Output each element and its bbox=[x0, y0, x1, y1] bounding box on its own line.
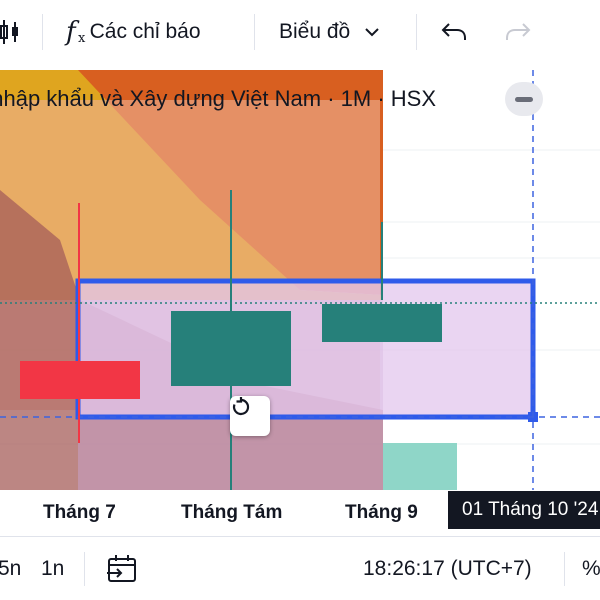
collapse-legend-button[interactable] bbox=[505, 82, 543, 116]
volume-bar[interactable] bbox=[383, 443, 457, 490]
bottom-toolbar: 5n 1n 18:26:17 (UTC+7) % bbox=[0, 536, 600, 600]
function-fx-icon: fx bbox=[66, 17, 86, 47]
candle-body-up[interactable] bbox=[322, 304, 442, 342]
calendar-goto-icon bbox=[107, 555, 136, 582]
indicators-button[interactable]: fx Các chỉ báo bbox=[66, 0, 201, 64]
time-tick: Tháng 9 bbox=[345, 502, 418, 523]
bottom-divider bbox=[84, 552, 85, 586]
range-button-1n[interactable]: 1n bbox=[41, 537, 64, 600]
symbol-title: Tổng Công ty cổ phần Xuất nhập khẩu và X… bbox=[0, 86, 436, 111]
crosshair-time-label: 01 Tháng 10 '24 bbox=[448, 491, 600, 529]
chart-type-label: Biểu đồ bbox=[279, 20, 351, 43]
candle-body-down[interactable] bbox=[20, 361, 140, 399]
toolbar-divider bbox=[42, 14, 43, 50]
indicators-label: Các chỉ báo bbox=[89, 20, 201, 43]
undo-icon bbox=[441, 23, 466, 40]
minus-icon bbox=[515, 96, 533, 102]
clock-timezone[interactable]: 18:26:17 (UTC+7) bbox=[363, 537, 532, 600]
chart-pane[interactable]: Tổng Công ty cổ phần Xuất nhập khẩu và X… bbox=[0, 70, 600, 490]
percent-scale-button[interactable]: % bbox=[582, 537, 600, 600]
time-tick: Tháng Tám bbox=[181, 502, 283, 523]
chart-type-dropdown[interactable]: Biểu đồ bbox=[279, 0, 380, 64]
reset-rotate-icon bbox=[232, 397, 250, 416]
chart-canvas[interactable] bbox=[0, 70, 600, 490]
chevron-down-icon bbox=[365, 28, 379, 37]
reset-chart-button[interactable] bbox=[230, 396, 270, 436]
redo-button[interactable] bbox=[504, 0, 532, 64]
redo-icon bbox=[506, 23, 531, 40]
toolbar-divider bbox=[254, 14, 255, 50]
symbol-legend[interactable]: Tổng Công ty cổ phần Xuất nhập khẩu và X… bbox=[0, 80, 442, 118]
time-tick: Tháng 7 bbox=[43, 502, 116, 523]
top-toolbar: fx Các chỉ báo Biểu đồ bbox=[0, 0, 600, 64]
toolbar-divider bbox=[416, 14, 417, 50]
range-button-5n[interactable]: 5n bbox=[0, 537, 21, 600]
selection-rectangle[interactable] bbox=[75, 278, 536, 420]
candlestick-icon[interactable] bbox=[0, 0, 22, 64]
candle-body-up[interactable] bbox=[171, 311, 291, 386]
undo-button[interactable] bbox=[440, 0, 468, 64]
go-to-date-button[interactable] bbox=[106, 537, 138, 600]
bottom-divider bbox=[564, 552, 565, 586]
